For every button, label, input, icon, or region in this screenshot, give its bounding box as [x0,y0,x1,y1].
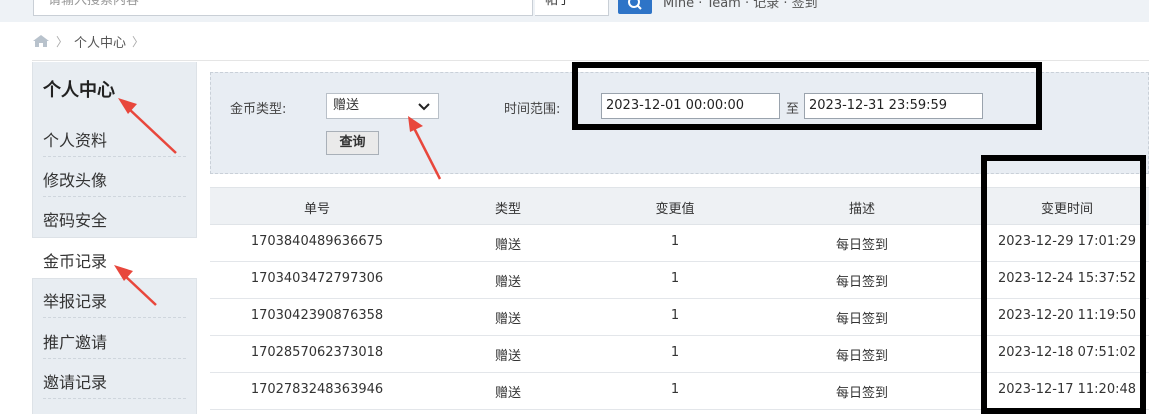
cell-order-no: 1703840489636675 [250,234,384,249]
top-search-bar: 请输入搜索内容 帖子 Mine · Team · 记录 · 签到 [0,0,1149,22]
cell-change-value: 1 [670,345,680,360]
time-range-label: 时间范围: [504,102,561,117]
sidebar: 个人中心 个人资料 修改头像 密码安全 金币记录 举报记录 推广邀请 邀请记录 [32,62,197,414]
sidebar-item-password[interactable]: 密码安全 [33,197,196,237]
breadcrumb-separator-icon: 〉 [132,34,145,49]
cell-order-no: 1702857062373018 [250,345,384,360]
sidebar-item-label: 修改头像 [43,171,108,190]
coin-type-select[interactable]: 赠送 [326,93,439,119]
cell-order-no: 1703042390876358 [250,308,384,323]
divider [32,60,1149,61]
home-icon[interactable] [32,34,50,48]
time-range-highlight-box [572,62,1042,130]
cell-change-value: 1 [670,234,680,249]
sidebar-item-report-records[interactable]: 举报记录 [33,278,196,318]
cell-description: 每日签到 [835,238,888,253]
sidebar-item-label: 个人资料 [43,131,108,150]
cell-description: 每日签到 [835,386,888,401]
search-input[interactable]: 请输入搜索内容 [33,0,533,16]
breadcrumb: 〉 个人中心 〉 [32,32,145,51]
search-type-select[interactable]: 帖子 [535,0,609,16]
cell-change-value: 1 [670,271,680,286]
top-links[interactable]: Mine · Team · 记录 · 签到 [663,0,818,11]
header-change-value: 变更值 [655,202,695,217]
cell-description: 每日签到 [835,312,888,327]
cell-order-no: 1702783248363946 [250,382,384,397]
sidebar-item-label: 举报记录 [43,292,108,311]
chevron-down-icon [418,103,430,111]
breadcrumb-separator-icon: 〉 [56,34,69,49]
search-icon [628,0,642,10]
query-button[interactable]: 查询 [326,131,379,155]
breadcrumb-item-personal-center[interactable]: 个人中心 [74,32,126,51]
cell-change-value: 1 [670,308,680,323]
sidebar-item-label: 邀请记录 [43,373,108,392]
sidebar-item-coin-records[interactable]: 金币记录 [32,237,197,279]
sidebar-item-label: 金币记录 [43,252,108,271]
coin-type-value: 赠送 [333,98,360,113]
header-order-no: 单号 [303,202,330,217]
sidebar-item-invite-records[interactable]: 邀请记录 [33,359,196,399]
cell-change-value: 1 [670,382,680,397]
sidebar-item-label: 推广邀请 [43,333,108,352]
sidebar-item-avatar[interactable]: 修改头像 [33,157,196,197]
cell-order-no: 1703403472797306 [250,271,384,286]
sidebar-item-label: 密码安全 [43,211,108,230]
change-time-highlight-box [981,155,1146,414]
cell-description: 每日签到 [835,349,888,364]
cell-description: 每日签到 [835,275,888,290]
header-description: 描述 [848,202,875,217]
sidebar-item-profile[interactable]: 个人资料 [33,117,196,157]
search-button[interactable] [618,0,652,14]
sidebar-item-invite[interactable]: 推广邀请 [33,319,196,359]
coin-type-label: 金币类型: [230,102,287,117]
sidebar-title: 个人中心 [43,80,115,101]
